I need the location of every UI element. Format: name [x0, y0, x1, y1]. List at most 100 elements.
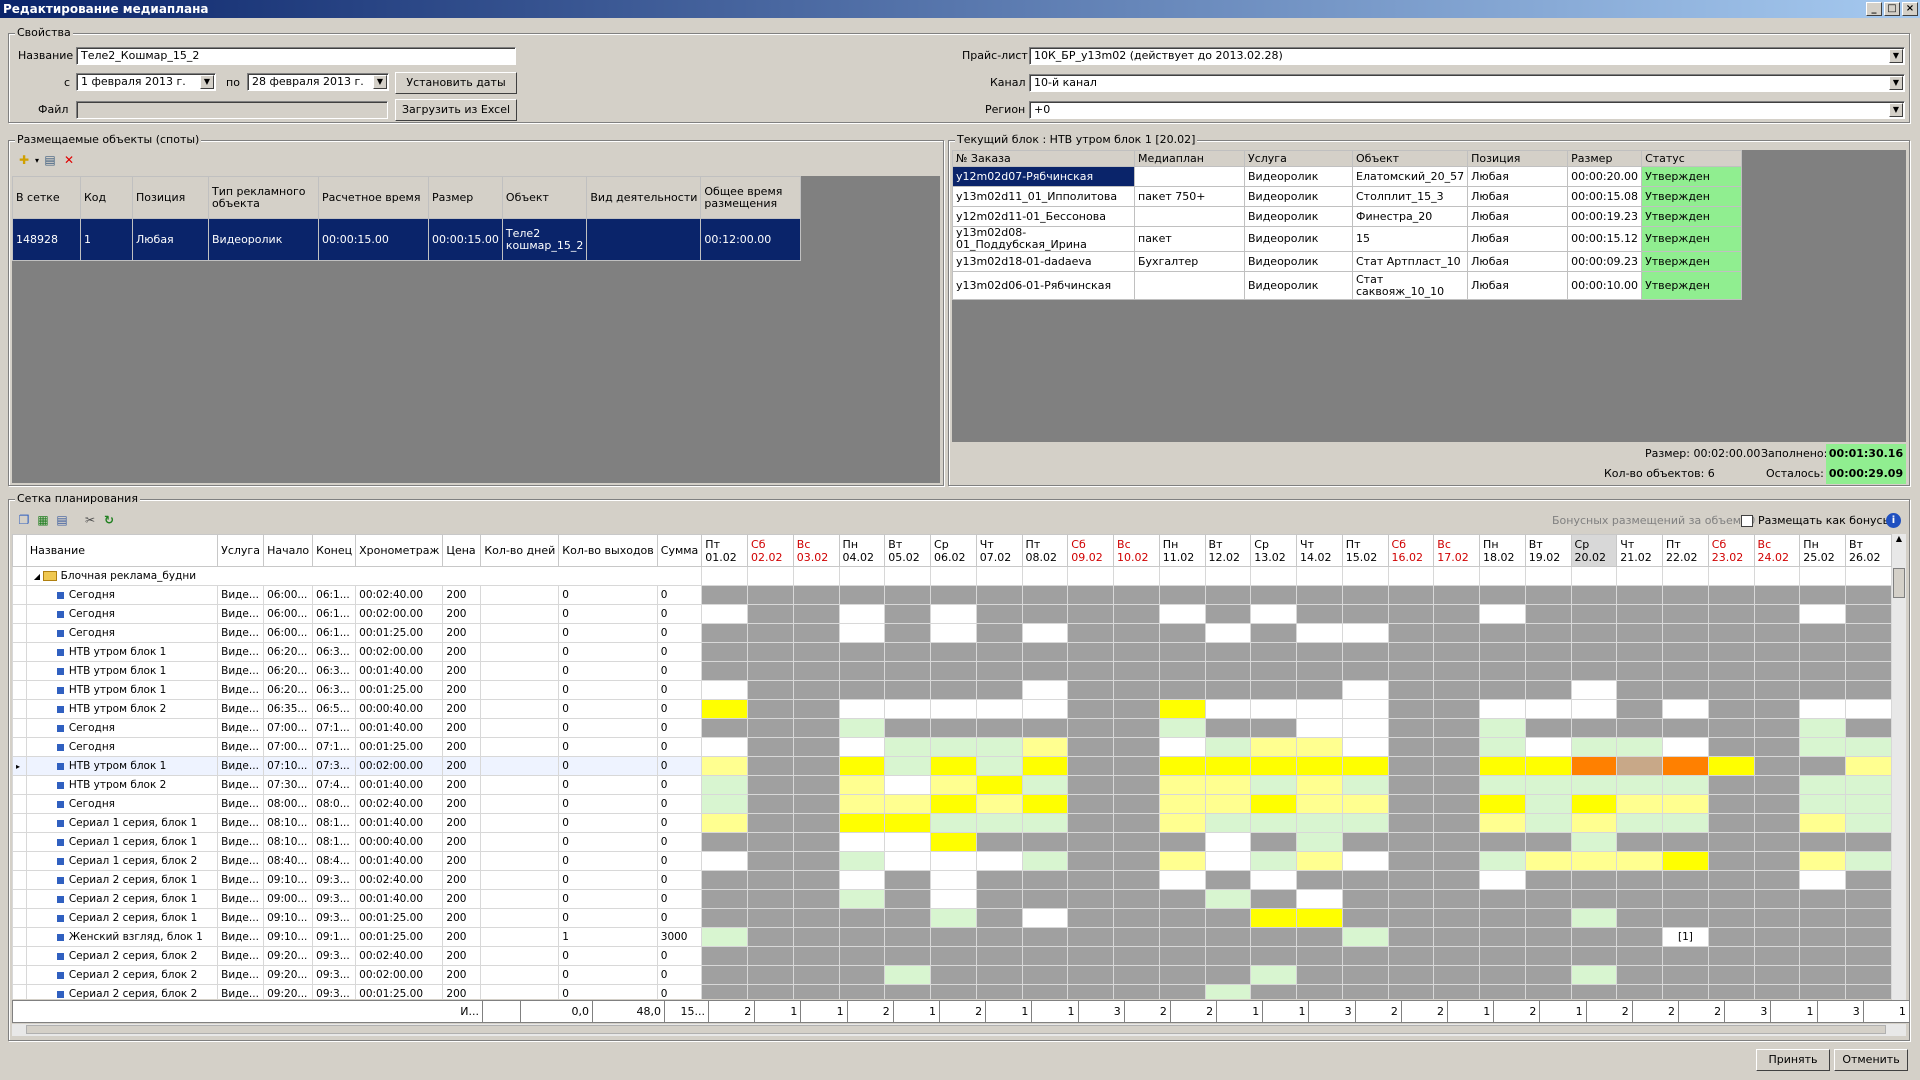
day-cell[interactable]	[1433, 623, 1481, 643]
day-cell[interactable]	[1113, 661, 1160, 681]
scroll-up-icon[interactable]: ▲	[1892, 534, 1906, 548]
day-cell[interactable]	[1662, 946, 1709, 966]
day-cell[interactable]	[747, 699, 794, 719]
day-cell[interactable]	[1707, 984, 1755, 999]
day-cell[interactable]	[1845, 794, 1892, 814]
day-cell[interactable]	[884, 813, 932, 833]
maximize-button[interactable]: □	[1884, 2, 1900, 16]
day-cell[interactable]	[1845, 908, 1892, 928]
schedule-row[interactable]: Сериал 2 серия, блок 2 Виде... 09:20... 09:…	[12, 946, 1892, 966]
day-cell[interactable]	[1570, 832, 1618, 852]
day-cell[interactable]	[1296, 946, 1343, 966]
day-cell[interactable]	[1250, 775, 1298, 795]
day-cell[interactable]	[1341, 623, 1389, 643]
orders-col-header[interactable]: Статус	[1641, 150, 1743, 167]
day-cell[interactable]	[792, 623, 840, 643]
day-header[interactable]: Вс 10.02	[1113, 534, 1160, 567]
pricelist-select[interactable]: 10К_БР_у13m02 (действует до 2013.02.28) ▼	[1029, 47, 1905, 65]
day-cell[interactable]	[1479, 699, 1526, 719]
day-cell[interactable]	[1296, 927, 1343, 947]
day-cell[interactable]	[792, 699, 840, 719]
day-cell[interactable]	[1433, 604, 1481, 624]
day-cell[interactable]	[1753, 699, 1801, 719]
day-cell[interactable]	[1204, 642, 1252, 662]
day-cell[interactable]	[747, 965, 794, 985]
day-cell[interactable]	[1341, 642, 1389, 662]
day-cell[interactable]	[1433, 756, 1481, 776]
orders-col-header[interactable]: Медиаплан	[1134, 150, 1245, 167]
day-cell[interactable]	[1341, 870, 1389, 890]
day-cell[interactable]	[975, 585, 1023, 605]
day-cell[interactable]	[792, 870, 840, 890]
day-cell[interactable]	[1158, 965, 1206, 985]
day-cell[interactable]	[1662, 661, 1709, 681]
day-cell[interactable]	[1616, 737, 1664, 757]
day-cell[interactable]	[884, 851, 932, 871]
day-cell[interactable]	[884, 623, 932, 643]
day-cell[interactable]	[975, 927, 1023, 947]
day-cell[interactable]	[1845, 851, 1892, 871]
orders-col-header[interactable]: № Заказа	[952, 150, 1135, 167]
day-cell[interactable]	[1479, 604, 1526, 624]
tools-icon[interactable]: ✂	[82, 512, 98, 528]
day-cell[interactable]	[1067, 946, 1115, 966]
day-cell[interactable]	[930, 661, 977, 681]
day-cell[interactable]	[930, 984, 977, 999]
day-cell[interactable]	[1204, 699, 1252, 719]
day-cell[interactable]	[1479, 946, 1526, 966]
schedule-row[interactable]: Сегодня Виде... 06:00... 06:1... 00:02:00.00…	[12, 604, 1892, 624]
day-cell[interactable]	[1387, 908, 1435, 928]
day-cell[interactable]	[1433, 946, 1481, 966]
day-cell[interactable]	[1021, 718, 1069, 738]
day-cell[interactable]	[1158, 946, 1206, 966]
day-cell[interactable]	[701, 927, 749, 947]
day-header[interactable]: Чт 14.02	[1296, 534, 1343, 567]
export-excel-icon[interactable]: ▦	[35, 512, 51, 528]
day-cell[interactable]	[1341, 699, 1389, 719]
day-cell[interactable]	[838, 832, 886, 852]
day-cell[interactable]	[1524, 623, 1572, 643]
day-header[interactable]: Пн 25.02	[1799, 534, 1847, 567]
day-cell[interactable]	[1067, 965, 1115, 985]
day-cell[interactable]	[1296, 965, 1343, 985]
day-cell[interactable]	[1845, 813, 1892, 833]
day-cell[interactable]	[930, 870, 977, 890]
day-header[interactable]: Пт 15.02	[1341, 534, 1389, 567]
day-cell[interactable]	[1204, 680, 1252, 700]
day-cell[interactable]	[1707, 889, 1755, 909]
day-cell[interactable]	[1341, 775, 1389, 795]
day-cell[interactable]	[1570, 775, 1618, 795]
day-cell[interactable]	[792, 965, 840, 985]
day-cell[interactable]	[1021, 813, 1069, 833]
day-cell[interactable]	[1204, 661, 1252, 681]
day-cell[interactable]	[930, 946, 977, 966]
day-cell[interactable]	[1250, 984, 1298, 999]
day-cell[interactable]	[1158, 794, 1206, 814]
spots-col-header[interactable]: Общее время размещения	[700, 176, 802, 219]
day-cell[interactable]	[1524, 566, 1572, 586]
day-cell[interactable]	[1204, 851, 1252, 871]
day-cell[interactable]	[975, 699, 1023, 719]
day-cell[interactable]	[1021, 661, 1069, 681]
schedule-row[interactable]: Сегодня Виде... 08:00... 08:0... 00:02:40.00…	[12, 794, 1892, 814]
day-cell[interactable]	[1158, 680, 1206, 700]
day-cell[interactable]	[792, 813, 840, 833]
day-cell[interactable]	[1341, 851, 1389, 871]
day-cell[interactable]	[1524, 832, 1572, 852]
day-cell[interactable]	[1707, 566, 1755, 586]
day-cell[interactable]	[701, 756, 749, 776]
day-cell[interactable]	[1479, 775, 1526, 795]
row-indicator[interactable]	[12, 775, 27, 795]
day-cell[interactable]	[1387, 699, 1435, 719]
day-cell[interactable]	[884, 775, 932, 795]
day-cell[interactable]	[1296, 699, 1343, 719]
day-cell[interactable]	[1524, 851, 1572, 871]
day-cell[interactable]	[1433, 889, 1481, 909]
day-cell[interactable]	[701, 699, 749, 719]
edit-icon[interactable]: ▤	[42, 152, 58, 168]
day-cell[interactable]	[1296, 908, 1343, 928]
day-cell[interactable]	[1433, 851, 1481, 871]
day-header[interactable]: Пт 01.02	[701, 534, 749, 567]
day-cell[interactable]	[1845, 566, 1892, 586]
day-cell[interactable]	[1570, 984, 1618, 999]
